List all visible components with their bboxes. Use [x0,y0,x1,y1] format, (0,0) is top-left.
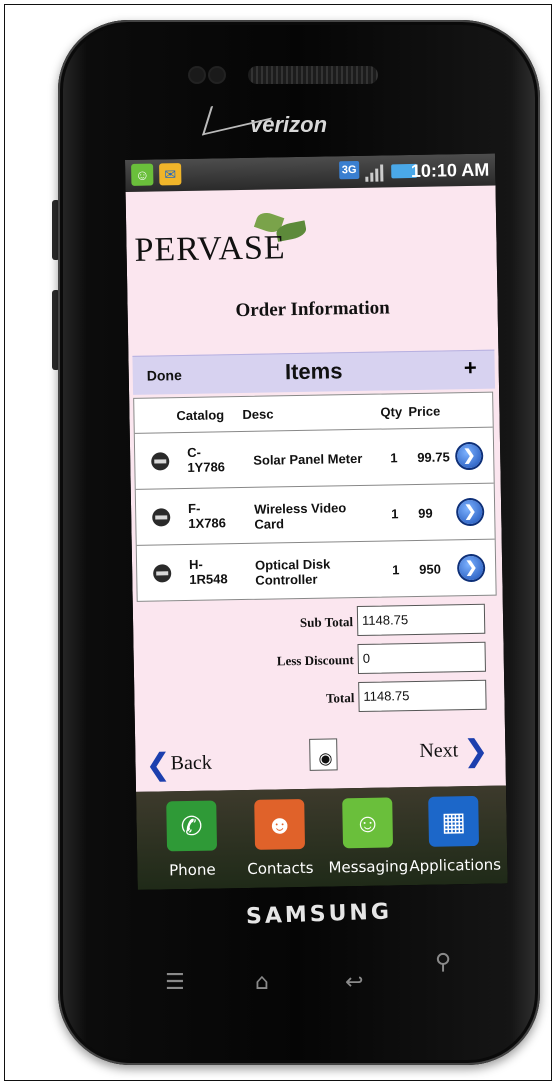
column-catalog: Catalog [176,407,225,424]
dock-label: Messaging [328,857,409,877]
items-table: Catalog Desc Qty Price C- 1Y786 Solar Pan… [133,391,497,602]
items-header: Done Items + [132,349,496,395]
total-label: Total [325,690,355,706]
table-row[interactable]: H- 1R548 Optical Disk Controller 1 950 ❯ [137,540,496,601]
phone-icon[interactable]: ✆ [166,800,218,852]
add-item-button[interactable]: + [464,355,477,381]
device-brand: SAMSUNG [245,899,393,930]
qty-cell: 1 [391,506,399,522]
app-logo: PERVASE [134,229,286,269]
contacts-icon[interactable]: ☻ [254,798,306,850]
desc-cell: Wireless Video Card [253,500,347,532]
price-cell: 950 [419,561,442,577]
messaging-icon[interactable]: ☺ [342,797,394,849]
signal-icon [365,161,385,182]
items-title: Items [284,358,343,385]
menu-key-icon[interactable]: ☰ [165,970,185,995]
dock-label: Contacts [247,858,314,878]
column-qty: Qty [380,404,403,420]
order-screen: PERVASE Order Information Done Items + C… [125,185,506,792]
camera-icon[interactable] [309,738,338,771]
delete-icon[interactable] [151,452,170,471]
home-key-icon[interactable]: ⌂ [255,970,269,995]
total-field[interactable]: 1148.75 [358,679,487,713]
messaging-notification-icon[interactable]: ☺ [131,163,154,186]
discount-row: Less Discount 0 [134,641,505,681]
desc-cell: Solar Panel Meter [253,450,363,468]
back-button[interactable]: ❮Back [145,747,212,783]
search-key-icon[interactable]: ⚲ [435,950,451,975]
price-cell: 99 [418,505,433,521]
home-dock: ✆ Phone ☻ Contacts ☺ Messaging ▦ Applica… [136,785,508,890]
totals-section: Sub Total 1148.75 Less Discount 0 Total … [133,603,503,713]
catalog-cell: F- 1X786 [187,500,227,531]
discount-label: Less Discount [276,652,354,669]
next-button[interactable]: Next ❯ [419,734,489,770]
carrier-logo: verizon [201,90,327,138]
chevron-right-icon[interactable]: ❯ [457,499,483,525]
column-price: Price [408,403,441,420]
table-row[interactable]: F- 1X786 Wireless Video Card 1 99 ❯ [135,483,495,546]
table-row[interactable]: C- 1Y786 Solar Panel Meter 1 99.75 ❯ [134,427,494,490]
delete-icon[interactable] [153,564,172,583]
subtotal-row: Sub Total 1148.75 [133,603,504,643]
chevron-left-icon: ❮ [145,747,172,783]
total-row: Total 1148.75 [134,679,505,719]
qty-cell: 1 [392,562,400,578]
email-notification-icon[interactable]: ✉ [159,163,182,186]
catalog-cell: H- 1R548 [188,556,228,587]
catalog-cell: C- 1Y786 [186,444,226,475]
phone-screen: ☺ ✉ 3G 10:10 AM PERVASE Order Informatio… [125,153,508,890]
applications-icon[interactable]: ▦ [428,795,480,847]
dock-label: Applications [409,855,502,876]
delete-icon[interactable] [152,508,171,527]
chevron-right-icon: ❯ [462,733,489,770]
page-title: Order Information [235,297,390,322]
earpiece-speaker [248,66,378,84]
sensor-icon [210,68,224,82]
dock-label: Phone [169,860,216,880]
qty-cell: 1 [390,450,398,466]
discount-field[interactable]: 0 [357,641,486,675]
chevron-right-icon[interactable]: ❯ [458,555,484,581]
price-cell: 99.75 [417,449,450,465]
subtotal-label: Sub Total [299,614,354,631]
column-desc: Desc [242,406,274,422]
desc-cell: Optical Disk Controller [254,556,331,588]
chevron-right-icon[interactable]: ❯ [457,443,482,469]
clock: 10:10 AM [410,159,490,182]
subtotal-field[interactable]: 1148.75 [356,603,486,637]
network-icon: 3G [339,160,360,180]
front-camera-icon [190,68,204,82]
back-key-icon[interactable]: ↩ [345,970,363,995]
